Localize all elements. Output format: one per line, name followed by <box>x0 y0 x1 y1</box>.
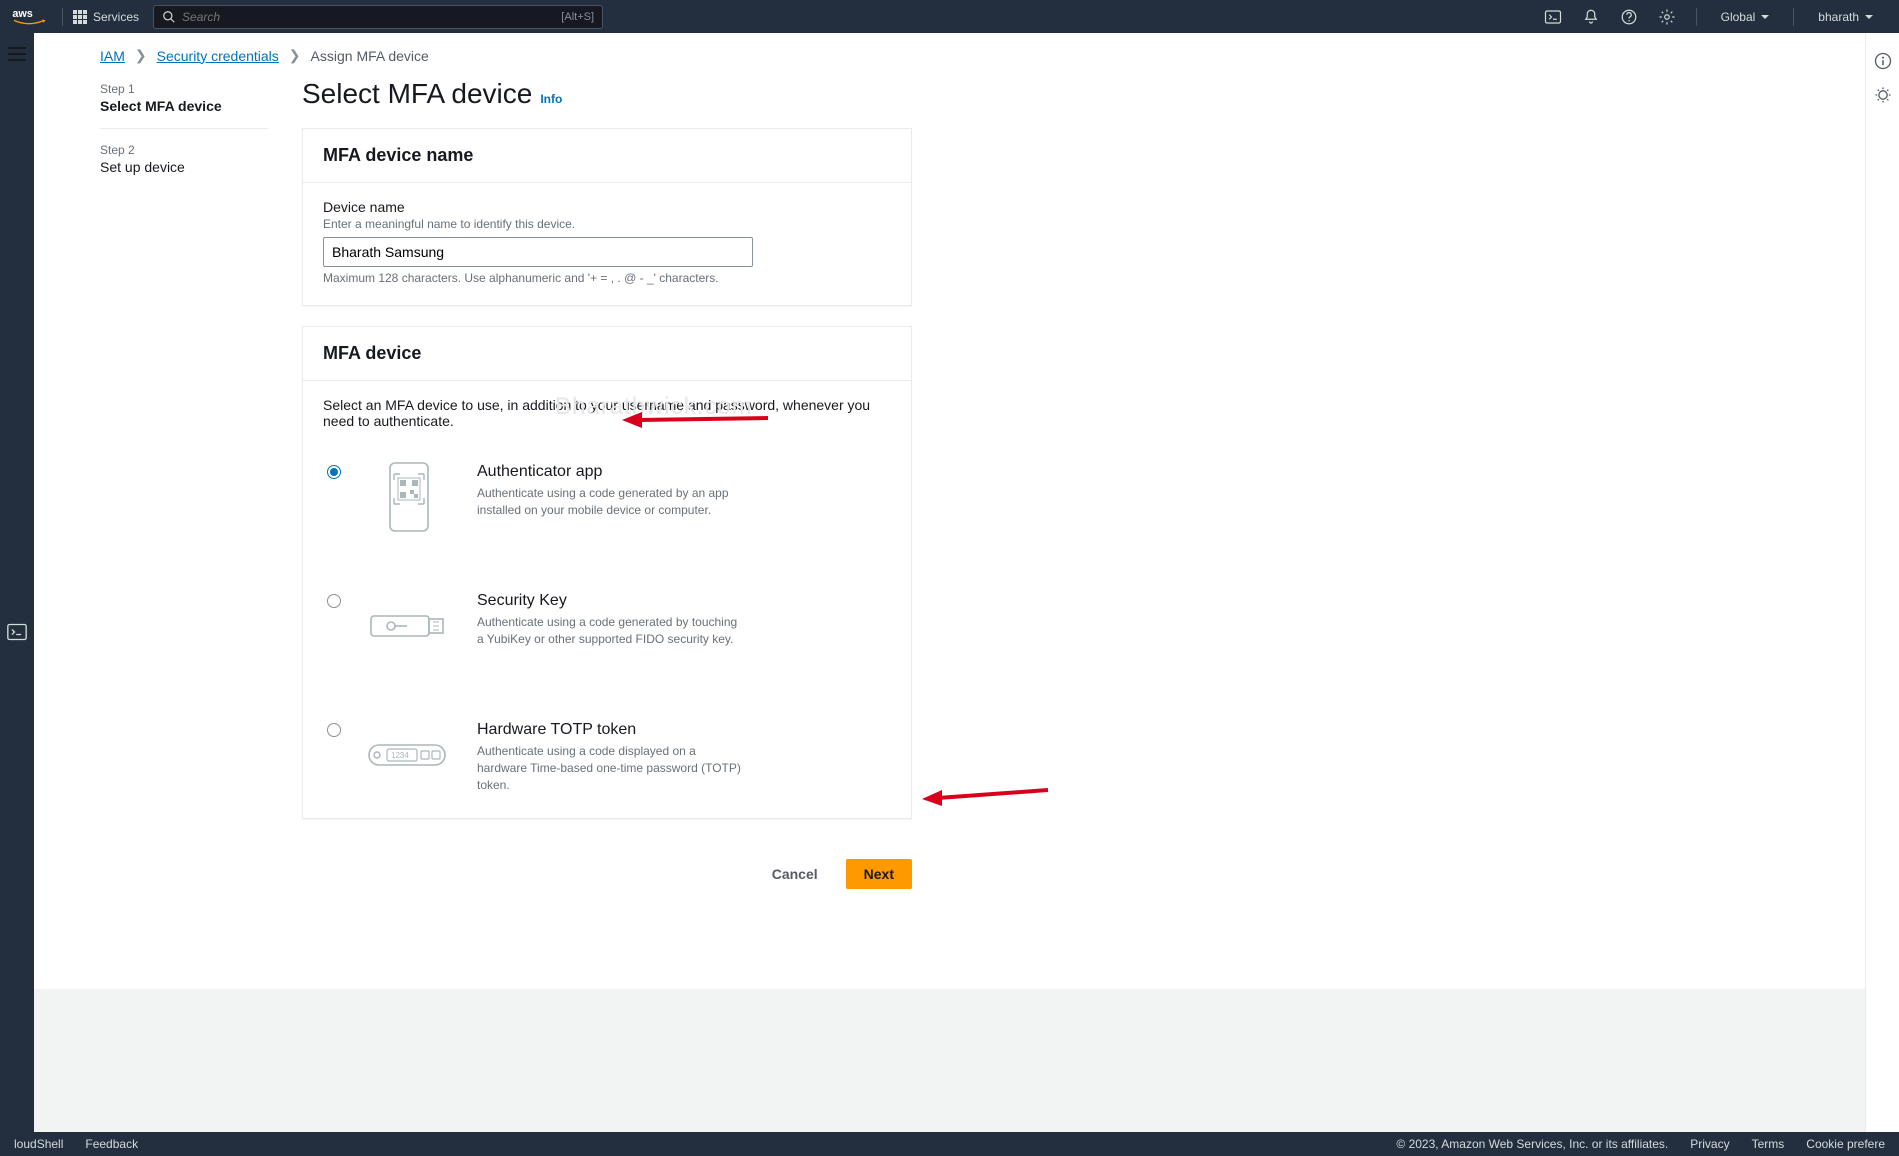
region-selector[interactable]: Global <box>1707 0 1784 33</box>
field-help-device-name: Maximum 128 characters. Use alphanumeric… <box>323 271 891 285</box>
next-button[interactable]: Next <box>846 859 912 889</box>
settings-icon[interactable] <box>1648 0 1686 33</box>
search-box[interactable]: [Alt+S] <box>153 5 603 29</box>
mfa-option-authenticator-app[interactable]: Authenticator app Authenticate using a c… <box>323 453 891 582</box>
radio-authenticator-app[interactable] <box>327 465 341 479</box>
services-button[interactable]: Services <box>73 10 139 24</box>
aws-logo[interactable]: aws <box>12 7 46 27</box>
wizard-step-title: Select MFA device <box>100 98 268 114</box>
knowledge-panel-icon[interactable] <box>1873 85 1893 105</box>
divider <box>62 8 63 26</box>
grid-icon <box>73 10 87 24</box>
radio-security-key[interactable] <box>327 594 341 608</box>
help-icon[interactable] <box>1610 0 1648 33</box>
svg-text:aws: aws <box>12 8 32 20</box>
search-input[interactable] <box>182 10 594 24</box>
panel-header: MFA device <box>303 327 911 381</box>
breadcrumb: IAM ❯ Security credentials ❯ Assign MFA … <box>34 33 1865 74</box>
account-selector[interactable]: bharath <box>1804 0 1887 33</box>
field-label-device-name: Device name <box>323 199 891 215</box>
crumb-current: Assign MFA device <box>311 48 429 64</box>
radio-hardware-totp[interactable] <box>327 723 341 737</box>
crumb-security-credentials[interactable]: Security credentials <box>157 48 279 64</box>
info-link[interactable]: Info <box>540 92 562 106</box>
field-hint-device-name: Enter a meaningful name to identify this… <box>323 217 891 231</box>
services-label: Services <box>93 10 139 24</box>
device-name-input[interactable] <box>323 237 753 267</box>
wizard-step-label: Step 2 <box>100 143 268 157</box>
footer-cookie[interactable]: Cookie prefere <box>1806 1137 1885 1151</box>
panel-header: MFA device name <box>303 129 911 183</box>
page-title-text: Select MFA device <box>302 78 532 110</box>
footer: loudShell Feedback © 2023, Amazon Web Se… <box>0 1132 1899 1156</box>
footer-cloudshell[interactable]: loudShell <box>14 1137 63 1151</box>
chevron-down-icon <box>1865 15 1873 19</box>
divider <box>1793 8 1794 26</box>
wizard-step-label: Step 1 <box>100 82 268 96</box>
footer-feedback[interactable]: Feedback <box>85 1137 138 1151</box>
info-panel-icon[interactable] <box>1873 51 1893 71</box>
user-label: bharath <box>1818 10 1859 24</box>
option-desc: Authenticate using a code generated by t… <box>477 614 747 648</box>
crumb-iam[interactable]: IAM <box>100 48 125 64</box>
panel-mfa-device-name: MFA device name Device name Enter a mean… <box>302 128 912 306</box>
option-desc: Authenticate using a code generated by a… <box>477 485 747 519</box>
notifications-icon[interactable] <box>1572 0 1610 33</box>
mfa-device-intro: Select an MFA device to use, in addition… <box>323 397 891 429</box>
page-title: Select MFA device Info <box>302 78 912 110</box>
phone-qr-icon <box>365 463 453 531</box>
hamburger-icon[interactable] <box>8 47 26 61</box>
footer-copyright: © 2023, Amazon Web Services, Inc. or its… <box>1396 1137 1668 1151</box>
chevron-right-icon: ❯ <box>135 47 147 64</box>
chevron-right-icon: ❯ <box>289 47 301 64</box>
region-label: Global <box>1721 10 1756 24</box>
main-content: IAM ❯ Security credentials ❯ Assign MFA … <box>34 33 1865 1156</box>
search-kbd-hint: [Alt+S] <box>561 11 594 23</box>
option-title: Hardware TOTP token <box>477 721 887 739</box>
option-title: Security Key <box>477 592 887 610</box>
right-gutter <box>1865 33 1899 1132</box>
left-gutter <box>0 33 34 1156</box>
search-icon <box>162 10 176 24</box>
svg-text:1234: 1234 <box>391 751 409 760</box>
cancel-button[interactable]: Cancel <box>754 859 836 889</box>
wizard-actions: Cancel Next <box>302 839 912 949</box>
wizard-step-1[interactable]: Step 1 Select MFA device <box>100 82 268 129</box>
option-title: Authenticator app <box>477 463 887 481</box>
wizard-nav: Step 1 Select MFA device Step 2 Set up d… <box>100 74 268 949</box>
top-nav: aws Services [Alt+S] Global bharath <box>0 0 1899 33</box>
mfa-option-security-key[interactable]: Security Key Authenticate using a code g… <box>323 582 891 711</box>
cloudshell-icon[interactable] <box>1534 0 1572 33</box>
panel-mfa-device: MFA device Select an MFA device to use, … <box>302 326 912 819</box>
chevron-down-icon <box>1761 15 1769 19</box>
cloudshell-panel-icon[interactable] <box>7 623 27 641</box>
footer-terms[interactable]: Terms <box>1752 1137 1785 1151</box>
divider <box>1696 8 1697 26</box>
mfa-option-hardware-totp[interactable]: 1234 Hardware TOTP token Authenticate us… <box>323 711 891 798</box>
usb-key-icon <box>365 592 453 660</box>
footer-privacy[interactable]: Privacy <box>1690 1137 1729 1151</box>
option-desc: Authenticate using a code displayed on a… <box>477 743 747 793</box>
token-fob-icon: 1234 <box>365 721 453 789</box>
wizard-step-title: Set up device <box>100 159 268 175</box>
wizard-step-2[interactable]: Step 2 Set up device <box>100 143 268 189</box>
